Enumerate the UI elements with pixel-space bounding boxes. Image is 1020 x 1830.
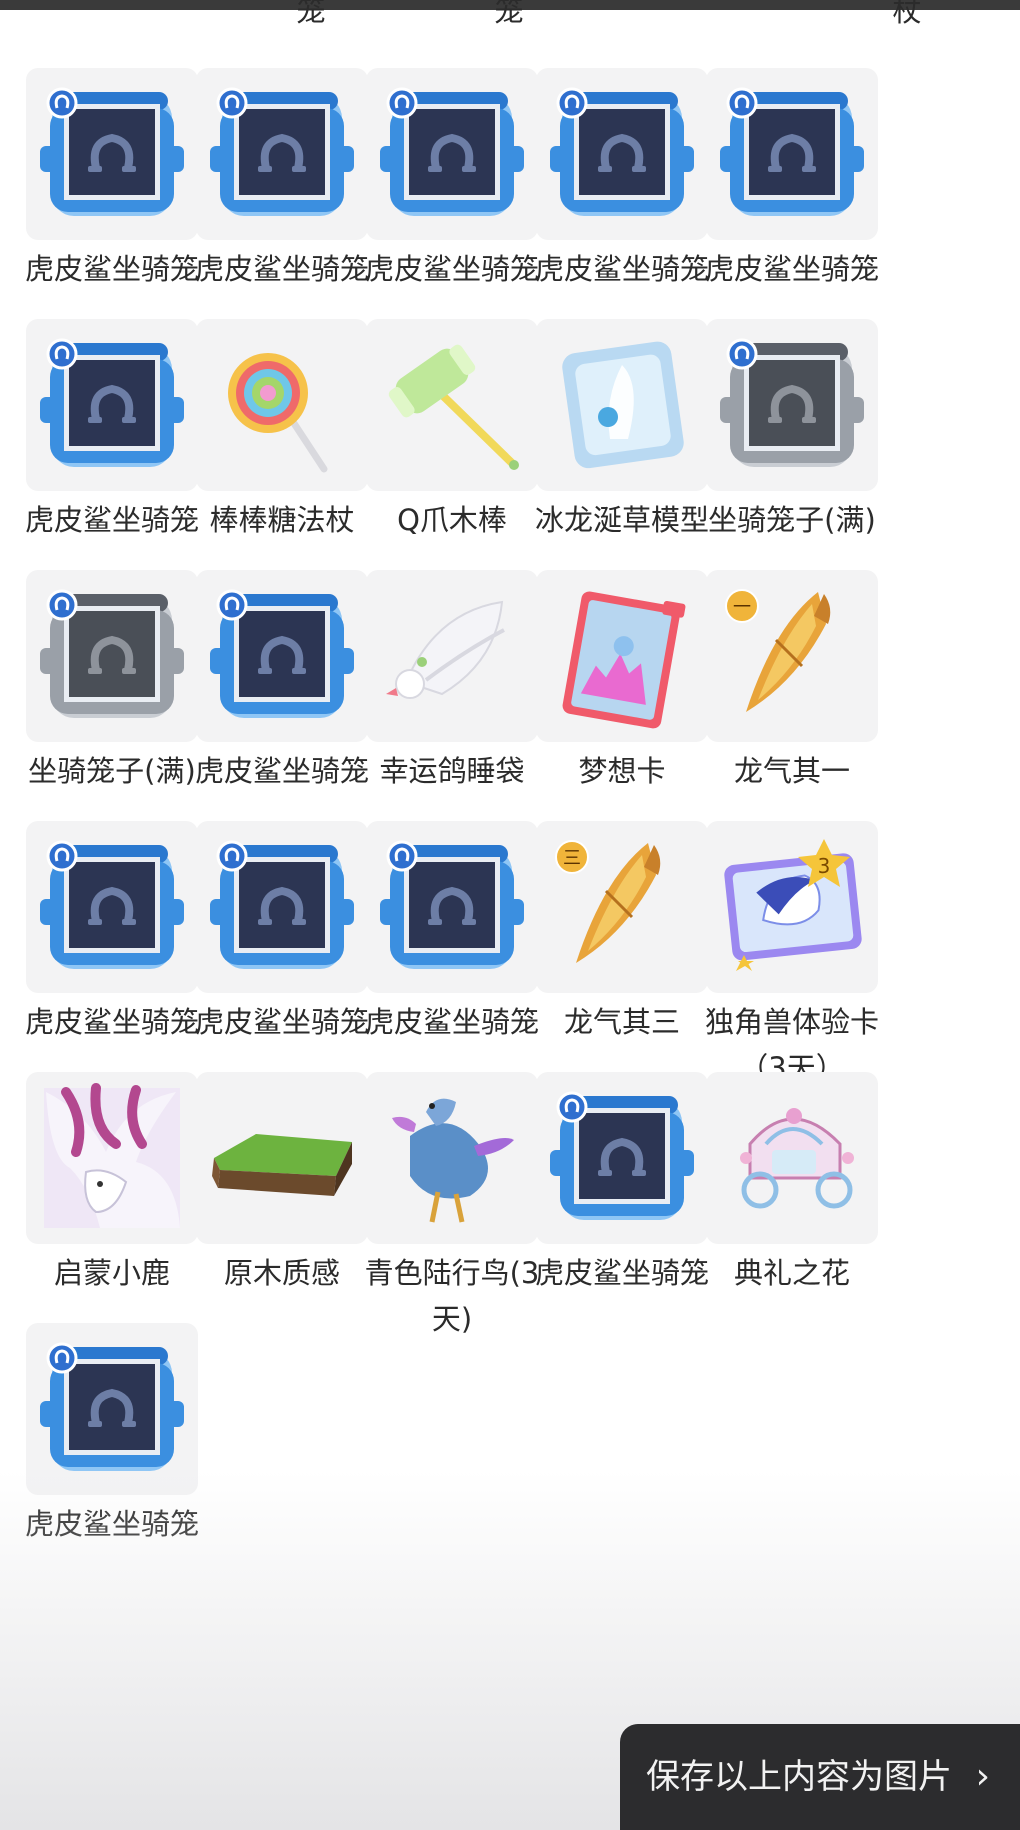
item-tile — [196, 319, 368, 491]
item-tile — [706, 319, 878, 491]
item-label: 坐骑笼子(满) — [708, 503, 876, 537]
reward-item[interactable]: 虎皮鲨坐骑笼 — [535, 68, 709, 348]
reward-item[interactable]: 虎皮鲨坐骑笼 — [195, 68, 369, 348]
badge-text: 三 — [563, 848, 581, 869]
item-tile — [366, 319, 538, 491]
partial-labels-row: 笼 笼 杖 — [0, 0, 1020, 40]
dragon-scale-icon: 三 — [555, 840, 661, 963]
item-label: 龙气其一 — [733, 754, 850, 788]
blue-cage-icon — [550, 1091, 694, 1220]
reward-item[interactable]: 虎皮鲨坐骑笼 — [195, 821, 369, 1101]
reward-item[interactable]: 3 独角兽体验卡（3天） — [705, 821, 879, 1101]
carriage-icon — [740, 1108, 854, 1209]
reward-item[interactable]: 坐骑笼子(满) — [706, 319, 878, 599]
deer-icon — [44, 1083, 180, 1228]
item-tile — [196, 821, 368, 993]
partial-label: 杖 — [892, 0, 922, 28]
blue-cage-icon — [40, 338, 184, 467]
wood-tile-icon — [212, 1134, 352, 1196]
unicorn-card-icon: 3 — [724, 839, 862, 971]
badge-text: 3 — [818, 854, 831, 878]
item-tile — [706, 1072, 878, 1244]
badge-text: 一 — [733, 597, 751, 618]
dream-card-icon — [562, 591, 686, 729]
item-tile — [26, 570, 198, 742]
item-label: 虎皮鲨坐骑笼 — [704, 252, 879, 286]
blue-cage-icon — [720, 87, 864, 216]
reward-item[interactable]: 典礼之花 — [706, 1072, 878, 1352]
save-button-label: 保存以上内容为图片 — [646, 1757, 952, 1797]
save-as-image-button[interactable]: 保存以上内容为图片 › — [620, 1724, 1020, 1830]
reward-item[interactable]: Q爪木棒 — [366, 319, 538, 599]
item-tile — [706, 68, 878, 240]
grey-cage-icon — [40, 589, 184, 718]
blue-cage-icon — [210, 840, 354, 969]
dragon-scale-icon: 一 — [725, 589, 831, 712]
item-tile — [366, 821, 538, 993]
reward-item[interactable]: 虎皮鲨坐骑笼 — [25, 319, 199, 599]
reward-item[interactable]: 幸运鸽睡袋 — [366, 570, 538, 850]
item-tile — [196, 570, 368, 742]
reward-item[interactable]: 虎皮鲨坐骑笼 — [25, 68, 199, 348]
grey-cage-icon — [720, 338, 864, 467]
reward-item[interactable]: 启蒙小鹿 — [26, 1072, 198, 1352]
item-tile — [536, 1072, 708, 1244]
item-tile — [26, 319, 198, 491]
item-tile: 三 — [536, 821, 708, 993]
item-tile — [536, 68, 708, 240]
reward-item[interactable]: 棒棒糖法杖 — [196, 319, 368, 599]
item-tile — [196, 1072, 368, 1244]
reward-item[interactable]: 青色陆行鸟(3天) — [365, 1072, 539, 1352]
item-tile — [26, 68, 198, 240]
item-tile — [366, 1072, 538, 1244]
item-tile — [26, 821, 198, 993]
item-tile — [26, 1323, 198, 1495]
chevron-right-icon: › — [975, 1756, 990, 1797]
item-tile — [536, 570, 708, 742]
blue-cage-icon — [40, 840, 184, 969]
item-tile — [196, 68, 368, 240]
reward-item[interactable]: 原木质感 — [196, 1072, 368, 1352]
item-tile — [366, 570, 538, 742]
hammer-icon — [388, 344, 519, 470]
reward-item[interactable]: 虎皮鲨坐骑笼 — [365, 68, 539, 348]
reward-item[interactable]: 虎皮鲨坐骑笼 — [365, 821, 539, 1101]
reward-item[interactable]: 坐骑笼子(满) — [26, 570, 198, 850]
reward-item[interactable]: 虎皮鲨坐骑笼 — [705, 68, 879, 348]
ice-block-icon — [562, 341, 684, 469]
reward-item[interactable]: 冰龙涎草模型 — [535, 319, 709, 599]
blue-cage-icon — [40, 1342, 184, 1471]
item-label: 典礼之花 — [733, 1256, 850, 1290]
blue-cage-icon — [210, 589, 354, 718]
item-tile: 一 — [706, 570, 878, 742]
reward-item[interactable]: 虎皮鲨坐骑笼 — [25, 821, 199, 1101]
reward-item[interactable]: 虎皮鲨坐骑笼 — [535, 1072, 709, 1352]
bird-icon — [392, 1098, 514, 1223]
reward-item[interactable]: 梦想卡 — [536, 570, 708, 850]
lollipop-staff-icon — [228, 353, 328, 473]
item-tile — [26, 1072, 198, 1244]
partial-label: 笼 — [494, 0, 524, 28]
partial-label: 笼 — [296, 0, 326, 28]
blue-cage-icon — [210, 87, 354, 216]
item-tile: 3 — [706, 821, 878, 993]
item-label: 虎皮鲨坐骑笼 — [24, 1507, 199, 1541]
blue-cage-icon — [380, 840, 524, 969]
dove-sleeping-bag-icon — [386, 600, 505, 699]
blue-cage-icon — [40, 87, 184, 216]
reward-item[interactable]: 虎皮鲨坐骑笼 — [195, 570, 369, 850]
item-tile — [366, 68, 538, 240]
item-tile — [536, 319, 708, 491]
reward-item[interactable]: 虎皮鲨坐骑笼 — [25, 1323, 199, 1603]
reward-item[interactable]: 三龙气其三 — [536, 821, 708, 1101]
reward-item[interactable]: 一龙气其一 — [706, 570, 878, 850]
blue-cage-icon — [550, 87, 694, 216]
blue-cage-icon — [380, 87, 524, 216]
